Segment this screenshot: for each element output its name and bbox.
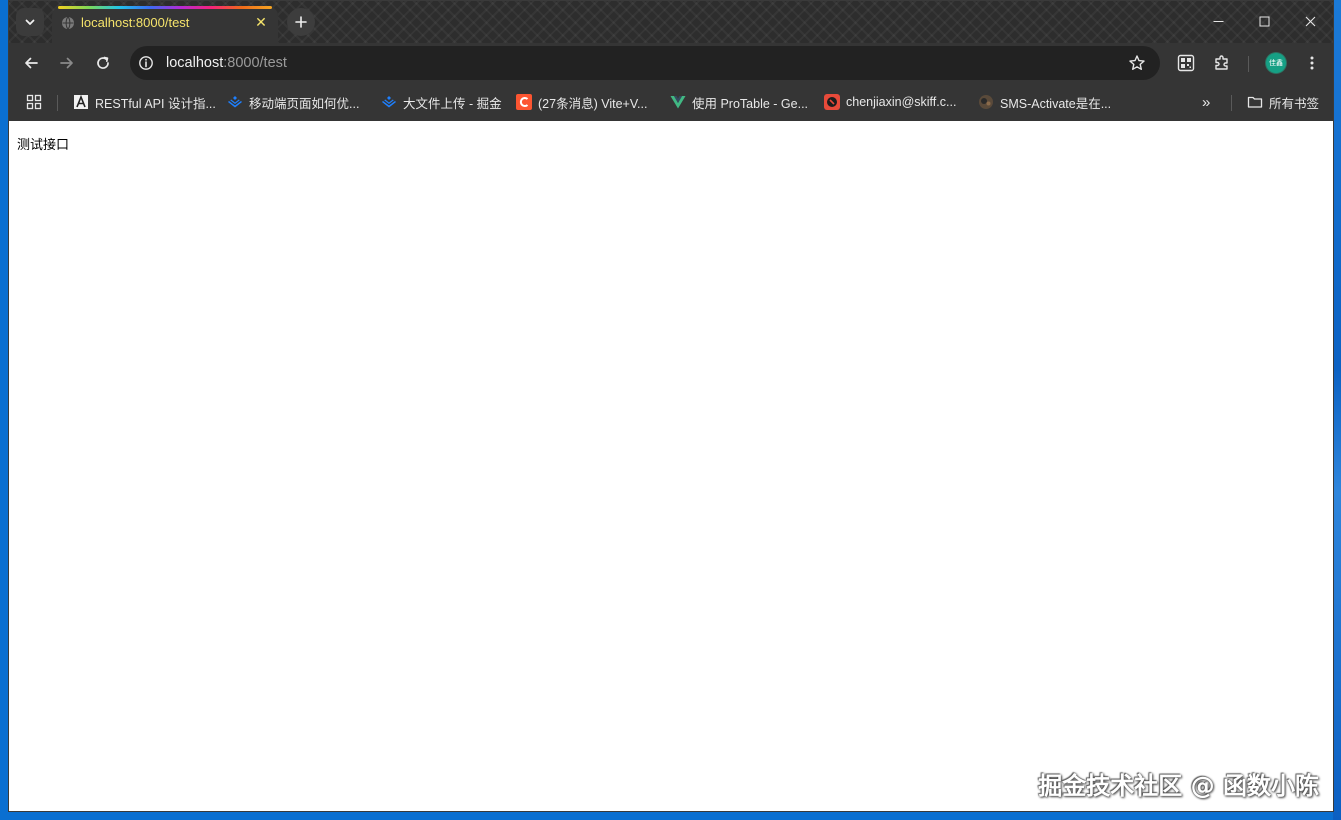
profile-avatar[interactable]: 佳鑫	[1266, 53, 1286, 73]
bookmark-item[interactable]: 大文件上传 - 掘金	[381, 93, 502, 111]
bookmark-label: SMS-Activate是在...	[1000, 96, 1112, 111]
chevron-double-right-icon: »	[1202, 93, 1211, 111]
bookmarks-bar: RESTful API 设计指... 移动端页面如何优... 大文件上传 - 掘…	[9, 84, 1333, 121]
bookmark-label: (27条消息) Vite+V...	[538, 96, 648, 111]
close-window-button[interactable]	[1287, 5, 1333, 37]
globe-icon	[62, 16, 74, 30]
maximize-icon	[1259, 16, 1269, 26]
forward-button[interactable]	[52, 48, 82, 78]
minimize-icon	[1213, 20, 1223, 22]
tab-theme-stripe	[58, 6, 272, 9]
browser-window: localhost:8000/test ✕ localhost:8000/tes…	[8, 0, 1334, 812]
juejin-icon	[381, 94, 397, 110]
reload-button[interactable]	[88, 48, 118, 78]
close-icon	[1305, 16, 1315, 26]
desktop-background	[1333, 0, 1341, 820]
menu-button[interactable]	[1297, 48, 1327, 78]
bookmark-item[interactable]: 使用 ProTable - Ge...	[670, 93, 808, 111]
address-bar[interactable]: localhost:8000/test	[130, 46, 1160, 80]
arrow-right-icon	[60, 57, 73, 69]
apps-button[interactable]	[26, 93, 42, 111]
csdn-icon	[516, 94, 532, 110]
bookmark-item[interactable]: 移动端页面如何优...	[227, 93, 359, 111]
bookmark-item[interactable]: RESTful API 设计指...	[73, 93, 216, 111]
bookmark-label: RESTful API 设计指...	[95, 96, 216, 111]
chevron-down-icon	[25, 19, 35, 25]
browser-toolbar: localhost:8000/test 佳鑫	[9, 43, 1333, 84]
extensions-button[interactable]	[1207, 48, 1237, 78]
skiff-icon	[824, 94, 840, 110]
page-body-text: 测试接口	[17, 138, 70, 153]
watermark: 掘金技术社区 @ 函数小陈	[1038, 772, 1319, 800]
url-path: :8000/test	[223, 55, 287, 71]
bookmark-label: 移动端页面如何优...	[249, 96, 360, 111]
tab-title: localhost:8000/test	[81, 15, 190, 30]
tab-strip: localhost:8000/test ✕	[9, 1, 1333, 43]
bookmarks-divider	[1231, 95, 1232, 111]
bookmark-item[interactable]: chenjiaxin@skiff.c...	[824, 93, 956, 111]
bookmark-star-icon[interactable]	[1128, 54, 1146, 72]
all-bookmarks-button[interactable]: 所有书签	[1247, 93, 1319, 111]
more-vertical-icon	[1310, 56, 1314, 70]
tab-close-icon[interactable]: ✕	[252, 13, 270, 31]
juejin-icon	[227, 94, 243, 110]
bookmarks-overflow-button[interactable]: »	[1202, 93, 1210, 111]
bookmarks-divider	[57, 95, 58, 111]
bookmark-item[interactable]: SMS-Activate是在...	[978, 93, 1111, 111]
minimize-button[interactable]	[1195, 5, 1241, 37]
vue-icon	[670, 94, 686, 110]
arrow-left-icon	[25, 57, 38, 69]
qr-code-button[interactable]	[1171, 48, 1201, 78]
toolbar-divider	[1248, 56, 1249, 72]
all-bookmarks-label: 所有书签	[1269, 96, 1320, 111]
info-icon[interactable]	[138, 55, 154, 71]
maximize-button[interactable]	[1241, 5, 1287, 37]
new-tab-button[interactable]	[287, 8, 315, 36]
tab-search-button[interactable]	[16, 8, 44, 36]
page-viewport: 测试接口 掘金技术社区 @ 函数小陈	[9, 121, 1333, 811]
bookmark-label: 大文件上传 - 掘金	[403, 96, 502, 111]
reload-icon	[97, 56, 109, 69]
puzzle-icon	[1215, 55, 1228, 70]
bookmark-label: chenjiaxin@skiff.c...	[846, 95, 957, 109]
url-host: localhost	[166, 55, 224, 71]
tab-active[interactable]: localhost:8000/test ✕	[52, 6, 278, 43]
bookmark-favicon-icon	[73, 94, 89, 110]
bookmark-label: 使用 ProTable - Ge...	[692, 96, 809, 111]
address-url[interactable]: localhost:8000/test	[166, 55, 287, 71]
back-button[interactable]	[16, 48, 46, 78]
folder-icon	[1247, 94, 1263, 110]
apps-grid-icon	[26, 94, 42, 110]
bookmark-item[interactable]: (27条消息) Vite+V...	[516, 93, 647, 111]
plus-icon	[295, 16, 307, 28]
sms-activate-icon	[978, 94, 994, 110]
qr-code-icon	[1177, 54, 1195, 72]
